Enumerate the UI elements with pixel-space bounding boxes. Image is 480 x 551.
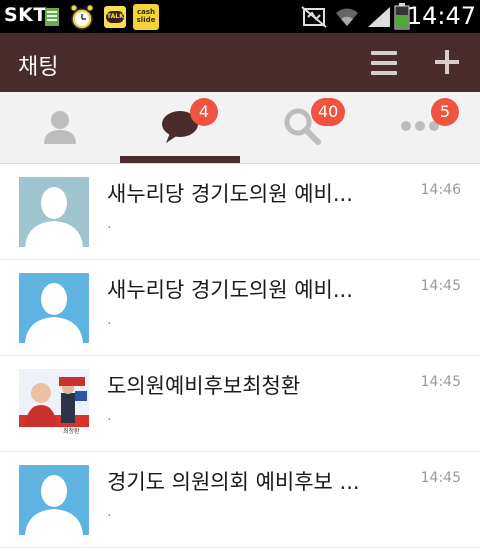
menu-icon-line (371, 71, 397, 75)
tab-more[interactable]: 5 (360, 92, 480, 163)
default-avatar-icon (25, 187, 83, 247)
status-time: 14:47 (406, 2, 476, 30)
avatar (19, 465, 89, 535)
chat-row[interactable]: 최청환 도의원예비후보최청환 . 14:45 (0, 356, 480, 452)
person-icon (44, 111, 76, 144)
status-bar: SKT TALK cash slide 14:47 (0, 0, 480, 33)
chats-badge: 4 (190, 98, 218, 126)
page-title: 채팅 (18, 55, 59, 80)
menu-button[interactable] (368, 49, 400, 77)
chat-last-message: . (107, 504, 112, 520)
signal-icon (368, 7, 390, 27)
chat-time: 14:45 (420, 278, 461, 294)
app-bar: 채팅 (0, 33, 480, 92)
kakaotalk-talk-icon: TALK (104, 6, 126, 28)
chat-name: 새누리당 경기도의원 예비... (107, 278, 353, 302)
sim-icon (45, 8, 59, 26)
more-badge: 5 (431, 98, 459, 126)
chat-time: 14:45 (420, 374, 461, 390)
carrier-label: SKT (4, 4, 47, 26)
menu-icon-line (371, 61, 397, 65)
default-avatar-icon (25, 283, 83, 343)
chat-name: 새누리당 경기도의원 예비... (107, 182, 353, 206)
wifi-icon (336, 8, 358, 26)
active-tab-indicator (120, 156, 240, 163)
menu-icon (371, 51, 397, 55)
default-avatar-icon (25, 475, 83, 535)
tab-chats[interactable]: 4 (120, 92, 240, 163)
talk-label: TALK (107, 13, 124, 20)
avatar (19, 177, 89, 247)
chat-row[interactable]: 새누리당 경기도의원 예비... . 14:46 (0, 164, 480, 260)
mute-icon (301, 6, 327, 28)
tab-friends[interactable] (0, 92, 120, 163)
chat-last-message: . (107, 408, 112, 424)
chat-last-message: . (107, 216, 112, 232)
avatar-caption: 최청환 (63, 428, 80, 435)
cash-slide-label: cash slide (136, 8, 156, 24)
alarm-clock-icon (70, 4, 94, 30)
chat-time: 14:46 (420, 182, 461, 198)
avatar: 최청환 (19, 369, 89, 439)
chat-name: 경기도 의원의회 예비후보 ... (107, 470, 360, 494)
chat-name: 도의원예비후보최청환 (107, 374, 301, 398)
chat-row[interactable]: 새누리당 경기도의원 예비... . 14:45 (0, 260, 480, 356)
avatar (19, 273, 89, 343)
search-badge: 40 (311, 98, 346, 126)
tab-search[interactable]: 40 (240, 92, 360, 163)
add-chat-button[interactable] (432, 47, 462, 77)
tab-bar: 4 40 5 (0, 92, 480, 164)
chat-last-message: . (107, 312, 112, 328)
chat-row[interactable]: 경기도 의원의회 예비후보 ... . 14:45 (0, 452, 480, 548)
chat-time: 14:45 (420, 470, 461, 486)
cash-slide-icon: cash slide (133, 4, 159, 30)
